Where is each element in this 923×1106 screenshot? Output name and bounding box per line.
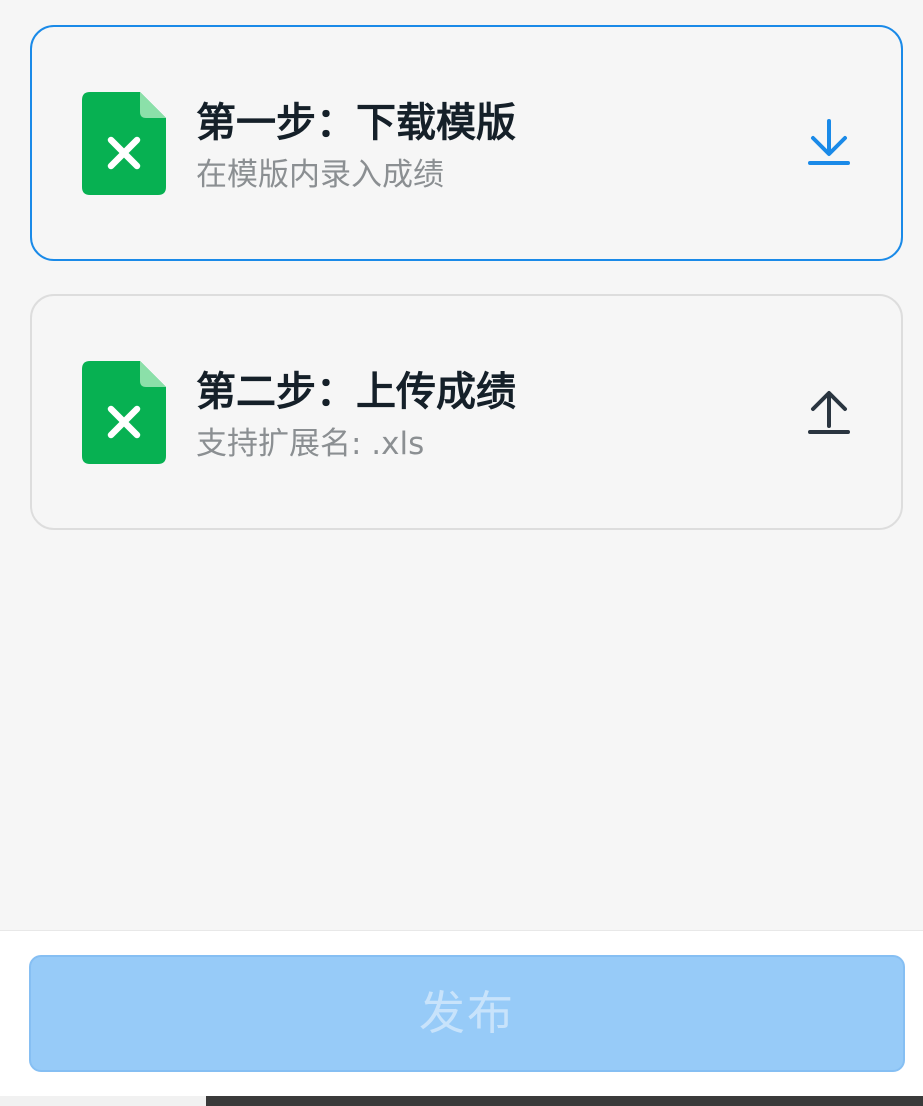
publish-button[interactable]: 发布	[29, 955, 905, 1072]
step-2-title: 第二步：上传成绩	[196, 369, 516, 415]
excel-file-icon	[82, 92, 166, 195]
bottom-strip-left	[0, 1096, 206, 1106]
step-2-subtitle: 支持扩展名: .xls	[196, 426, 425, 462]
step-1-subtitle: 在模版内录入成绩	[196, 157, 444, 193]
bottom-action-bar: 发布	[0, 930, 923, 1096]
download-icon[interactable]	[806, 117, 852, 169]
bottom-strip-right	[206, 1096, 923, 1106]
step-2-upload-card[interactable]: 第二步：上传成绩 支持扩展名: .xls	[30, 294, 903, 530]
excel-file-icon	[82, 361, 166, 464]
upload-icon[interactable]	[806, 386, 852, 438]
step-1-title: 第一步：下载模版	[196, 100, 516, 146]
step-1-download-card[interactable]: 第一步：下载模版 在模版内录入成绩	[30, 25, 903, 261]
